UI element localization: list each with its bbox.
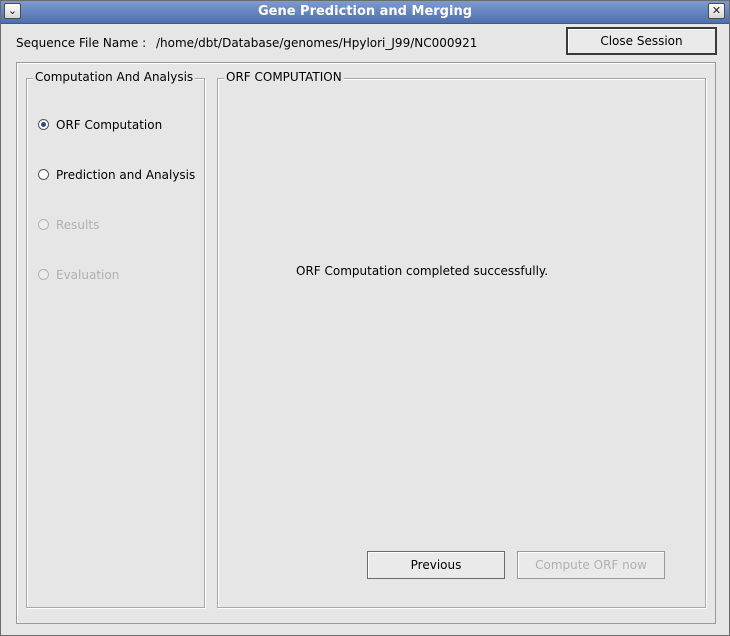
orf-computation-group: ORF COMPUTATION bbox=[217, 70, 706, 608]
close-session-button[interactable]: Close Session bbox=[566, 27, 717, 55]
app-window: ⌄ Gene Prediction and Merging ✕ Sequence… bbox=[0, 0, 730, 636]
previous-button[interactable]: Previous bbox=[367, 551, 505, 579]
radio-label: Prediction and Analysis bbox=[56, 168, 196, 182]
radio-disabled-icon bbox=[38, 219, 49, 230]
window-title: Gene Prediction and Merging bbox=[257, 4, 473, 19]
compute-orf-button: Compute ORF now bbox=[517, 551, 665, 579]
radio-label: Results bbox=[56, 218, 100, 232]
radio-selected-icon[interactable] bbox=[38, 119, 49, 130]
radio-unselected-icon[interactable] bbox=[38, 169, 49, 180]
radio-disabled-icon bbox=[38, 269, 49, 280]
sequence-file-path: /home/dbt/Database/genomes/Hpylori_J99/N… bbox=[156, 36, 478, 50]
computation-analysis-group: Computation And Analysis bbox=[26, 70, 205, 608]
radio-label: ORF Computation bbox=[56, 118, 163, 132]
sequence-file-label: Sequence File Name : bbox=[16, 36, 147, 50]
orf-computation-title: ORF COMPUTATION bbox=[224, 70, 344, 84]
status-message: ORF Computation completed successfully. bbox=[296, 264, 549, 278]
computation-analysis-title: Computation And Analysis bbox=[33, 70, 196, 84]
title-bar[interactable]: ⌄ Gene Prediction and Merging ✕ bbox=[1, 1, 729, 24]
window-close-icon[interactable]: ✕ bbox=[708, 3, 725, 19]
radio-label: Evaluation bbox=[56, 268, 120, 282]
